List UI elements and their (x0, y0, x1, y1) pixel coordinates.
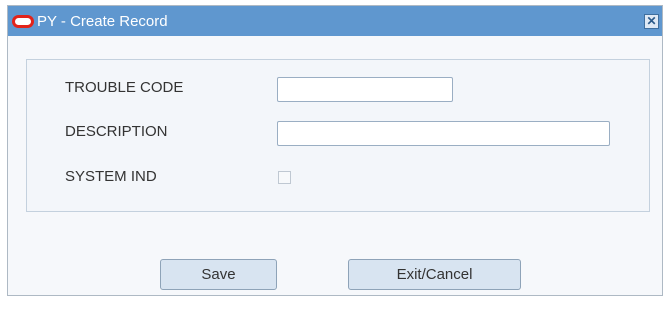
system-ind-checkbox[interactable] (278, 171, 291, 184)
dialog-titlebar: PY - Create Record ✕ (8, 6, 662, 36)
trouble-code-input[interactable] (277, 77, 453, 102)
create-record-dialog: PY - Create Record ✕ TROUBLE CODE DESCRI… (7, 5, 663, 296)
system-ind-label: SYSTEM IND (65, 168, 157, 185)
description-label: DESCRIPTION (65, 123, 168, 140)
trouble-code-label: TROUBLE CODE (65, 79, 184, 96)
dialog-title: PY - Create Record (37, 13, 168, 30)
form-panel: TROUBLE CODE DESCRIPTION SYSTEM IND (26, 59, 650, 212)
description-input[interactable] (277, 121, 610, 146)
oracle-logo-icon (12, 15, 34, 28)
exit-cancel-button[interactable]: Exit/Cancel (348, 259, 521, 290)
close-icon[interactable]: ✕ (644, 14, 659, 29)
save-button[interactable]: Save (160, 259, 277, 290)
